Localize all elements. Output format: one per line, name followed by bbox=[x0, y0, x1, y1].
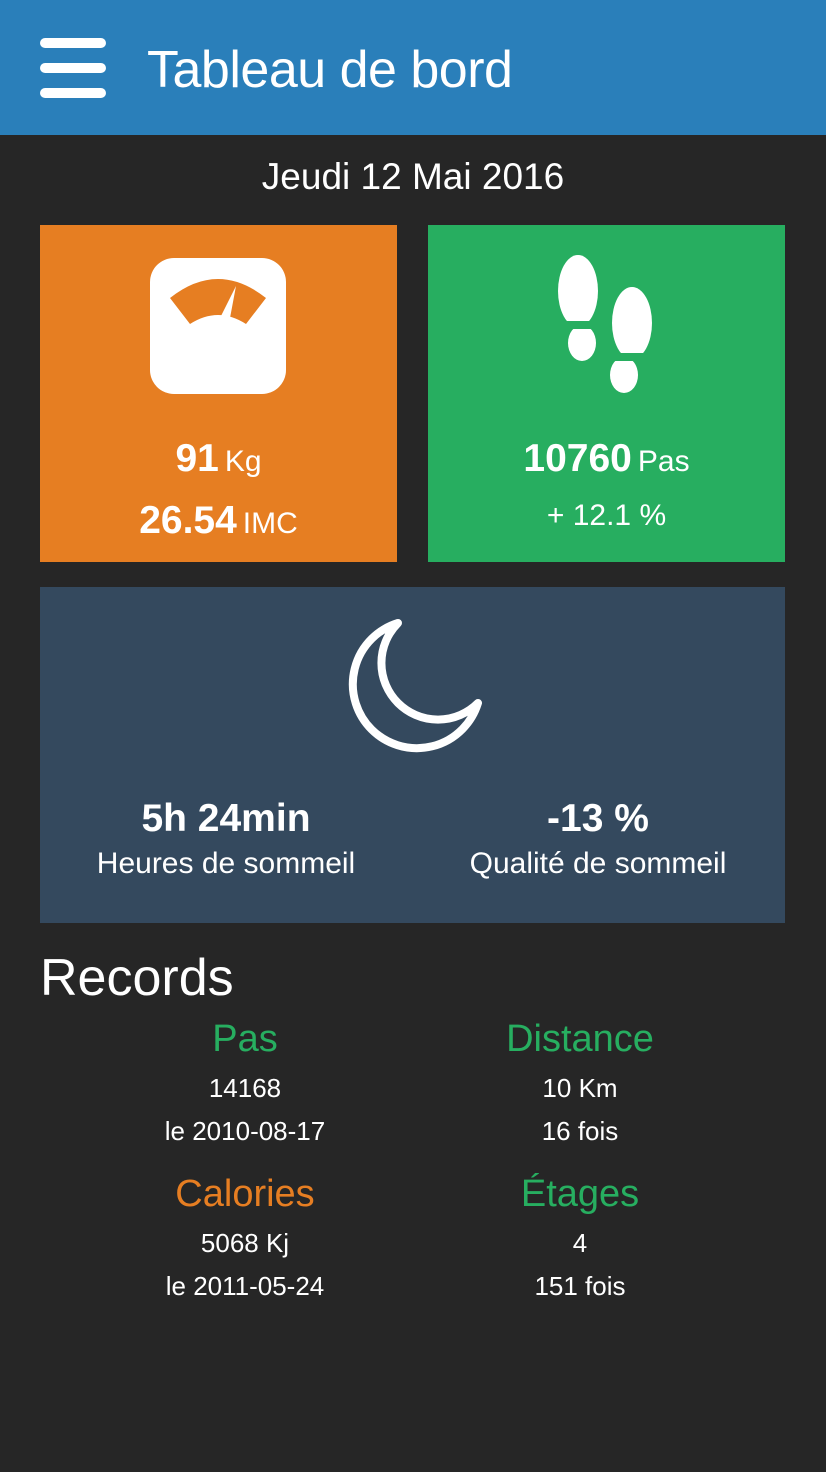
record-count: 16 fois bbox=[541, 1116, 619, 1146]
current-date: Jeudi 12 Mai 2016 bbox=[261, 156, 565, 197]
record-count: 151 fois bbox=[534, 1271, 626, 1301]
record-calories: Calories 5068 Kj le 2011-05-24 bbox=[80, 1173, 410, 1302]
bmi-value: 26.54 bbox=[139, 499, 237, 542]
record-title: Pas bbox=[212, 1018, 278, 1060]
bmi-row: 26.54 IMC bbox=[40, 499, 397, 543]
record-value: 5068 Kj bbox=[200, 1228, 290, 1258]
steps-change-row: + 12.1 % bbox=[428, 499, 785, 533]
sleep-duration: 5h 24min Heures de sommeil bbox=[40, 797, 412, 881]
sleep-quality-label: Qualité de sommeil bbox=[469, 847, 727, 880]
record-value: 14168 bbox=[208, 1073, 282, 1103]
menu-icon[interactable] bbox=[40, 38, 106, 98]
records-title: Records bbox=[40, 949, 234, 1007]
weight-row: 91 Kg bbox=[40, 437, 397, 481]
record-floors: Étages 4 151 fois bbox=[415, 1173, 745, 1302]
record-title: Étages bbox=[520, 1173, 640, 1215]
moon-icon bbox=[348, 619, 482, 753]
weight-tile[interactable]: 91 Kg 26.54 IMC bbox=[40, 225, 397, 562]
bmi-unit: IMC bbox=[242, 507, 298, 540]
steps-unit: Pas bbox=[637, 445, 690, 478]
scale-icon bbox=[150, 258, 286, 394]
record-date: le 2010-08-17 bbox=[164, 1116, 326, 1146]
sleep-quality: -13 % Qualité de sommeil bbox=[412, 797, 784, 881]
sleep-duration-value: 5h 24min bbox=[141, 797, 311, 840]
steps-row: 10760 Pas bbox=[428, 437, 785, 481]
record-steps: Pas 14168 le 2010-08-17 bbox=[80, 1018, 410, 1147]
app-bar: Tableau de bord bbox=[0, 0, 826, 135]
sleep-quality-value: -13 % bbox=[547, 797, 649, 840]
record-value: 10 Km bbox=[542, 1073, 618, 1103]
steps-tile[interactable]: 10760 Pas + 12.1 % bbox=[428, 225, 785, 562]
weight-unit: Kg bbox=[224, 445, 262, 478]
record-distance: Distance 10 Km 16 fois bbox=[415, 1018, 745, 1147]
record-value: 4 bbox=[572, 1228, 588, 1258]
weight-value: 91 bbox=[175, 437, 219, 480]
record-title: Distance bbox=[506, 1018, 654, 1060]
record-title: Calories bbox=[175, 1173, 315, 1215]
sleep-duration-label: Heures de sommeil bbox=[96, 847, 356, 880]
record-date: le 2011-05-24 bbox=[165, 1271, 325, 1301]
page-title: Tableau de bord bbox=[147, 41, 513, 99]
steps-change: + 12.1 % bbox=[546, 499, 667, 532]
sleep-tile[interactable]: 5h 24min Heures de sommeil -13 % Qualité… bbox=[40, 587, 785, 923]
steps-value: 10760 bbox=[523, 437, 632, 480]
footprints-icon bbox=[552, 255, 660, 393]
